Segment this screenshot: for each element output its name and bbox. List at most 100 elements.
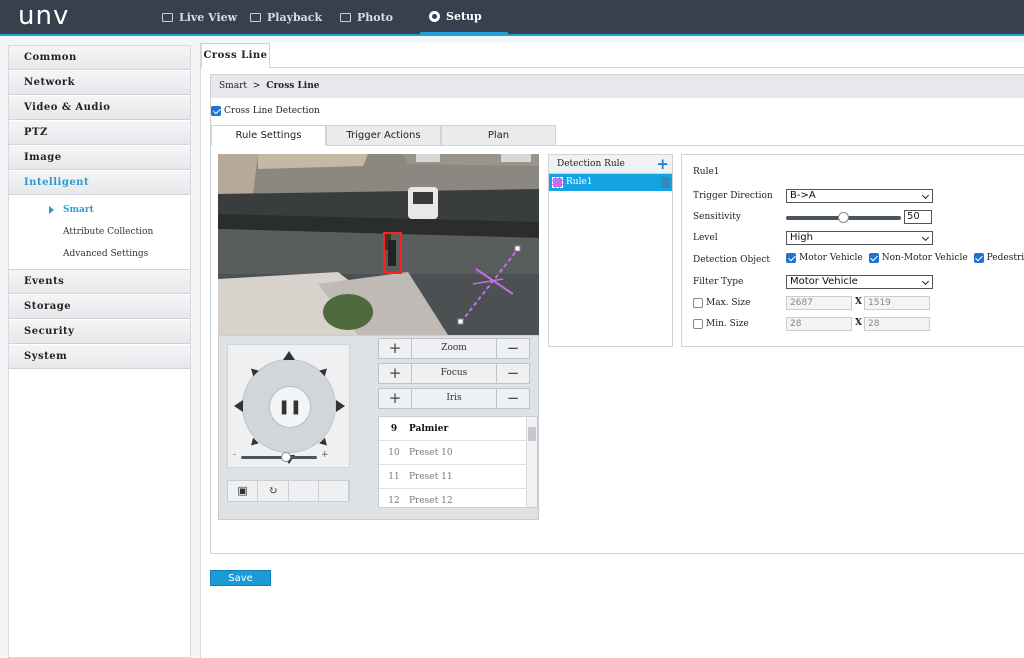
rule-item-rule1[interactable]: Rule1: [549, 174, 672, 191]
save-button[interactable]: Save: [210, 570, 271, 586]
iris-out-button[interactable]: −: [497, 389, 529, 408]
slider-max-label: +: [321, 450, 329, 460]
ptz-blank-button-2[interactable]: [319, 481, 349, 501]
pedestrian-label: Pedestrian: [986, 253, 1024, 263]
filter-type-select[interactable]: Motor Vehicle: [786, 275, 933, 289]
min-height-input[interactable]: 28: [864, 317, 930, 331]
delete-icon[interactable]: [661, 177, 670, 188]
focus-control: + Focus −: [378, 363, 530, 384]
pedestrian-checkbox[interactable]: [973, 253, 984, 263]
top-bar: unv Live View Playback Photo Setup: [0, 0, 1024, 36]
arrow-left-icon[interactable]: [234, 400, 243, 412]
zoom-in-button[interactable]: +: [379, 339, 411, 358]
preset-name: Preset 12: [409, 495, 453, 506]
min-width-input[interactable]: 28: [786, 317, 852, 331]
list-item[interactable]: 11 Preset 11: [379, 465, 537, 489]
sidebar-subitem-attribute-collection[interactable]: Attribute Collection: [9, 221, 190, 243]
sensitivity-slider[interactable]: [786, 212, 901, 223]
sidebar-item-storage[interactable]: Storage: [9, 295, 190, 319]
sidebar-item-system[interactable]: System: [9, 345, 190, 369]
breadcrumb-parent[interactable]: Smart: [219, 81, 247, 91]
list-item[interactable]: 9 Palmier: [379, 417, 537, 441]
nav-setup[interactable]: Setup: [420, 0, 508, 35]
iris-in-button[interactable]: +: [379, 389, 411, 408]
add-rule-icon[interactable]: +: [656, 155, 669, 173]
sidebar-item-ptz[interactable]: PTZ: [9, 121, 190, 145]
arrow-up-icon[interactable]: [283, 351, 295, 360]
filter-type-label: Filter Type: [693, 277, 744, 287]
sidebar-item-events[interactable]: Events: [9, 270, 190, 294]
motor-vehicle-checkbox[interactable]: [786, 253, 796, 263]
rule-title: Rule1: [693, 167, 720, 177]
sidebar-item-network[interactable]: Network: [9, 71, 190, 95]
focus-label: Focus: [411, 364, 497, 383]
cross-line-enable-row: Cross Line Detection: [211, 106, 320, 116]
list-item[interactable]: 10 Preset 10: [379, 441, 537, 465]
min-size-checkbox[interactable]: [693, 319, 703, 329]
min-size-row: Min. Size: [693, 319, 749, 329]
rule-properties-panel: Rule1 Trigger Direction B->A Sensitivity…: [681, 154, 1024, 347]
tab-cross-line[interactable]: Cross Line: [201, 43, 270, 68]
slider-thumb[interactable]: [281, 452, 291, 462]
rule-item-label: Rule1: [566, 177, 593, 187]
zoom-out-button[interactable]: −: [497, 339, 529, 358]
detection-rule-title: Detection Rule: [557, 159, 625, 169]
sidebar-subitem-smart[interactable]: Smart: [9, 199, 190, 221]
ptz-control-panel: ❚❚ - + ▣ ↻ + Zoom − + Focus − + Iris − 9…: [218, 335, 539, 520]
level-label: Level: [693, 233, 718, 243]
breadcrumb-current: Cross Line: [266, 81, 320, 91]
snapshot-icon[interactable]: ▣: [228, 481, 259, 501]
photo-icon: [340, 12, 351, 22]
sidebar-item-intelligent[interactable]: Intelligent: [9, 171, 190, 195]
trigger-direction-select[interactable]: B->A: [786, 189, 933, 203]
ptz-blank-button-1[interactable]: [289, 481, 319, 501]
sidebar-subitem-advanced-settings[interactable]: Advanced Settings: [9, 243, 190, 265]
detection-rule-header: Detection Rule +: [549, 155, 672, 174]
sensitivity-label: Sensitivity: [693, 212, 741, 222]
trigger-direction-label: Trigger Direction: [693, 191, 773, 201]
arrow-right-icon[interactable]: [336, 400, 345, 412]
focus-in-button[interactable]: +: [379, 364, 411, 383]
nav-photo[interactable]: Photo: [340, 0, 393, 34]
level-select[interactable]: High: [786, 231, 933, 245]
tab-plan[interactable]: Plan: [441, 125, 556, 146]
non-motor-vehicle-label: Non-Motor Vehicle: [881, 253, 968, 263]
nav-live-view[interactable]: Live View: [162, 0, 237, 34]
tab-trigger-actions[interactable]: Trigger Actions: [326, 125, 441, 146]
list-item[interactable]: 12 Preset 12: [379, 489, 537, 507]
live-video-preview[interactable]: [218, 154, 539, 335]
preset-scrollbar[interactable]: [526, 417, 537, 507]
tab-rule-settings[interactable]: Rule Settings: [211, 125, 326, 146]
sensitivity-input[interactable]: 50: [904, 210, 932, 224]
pause-icon[interactable]: ❚❚: [269, 386, 311, 428]
max-size-checkbox[interactable]: [693, 298, 703, 308]
focus-out-button[interactable]: −: [497, 364, 529, 383]
rule-settings-content: ❚❚ - + ▣ ↻ + Zoom − + Focus − + Iris − 9…: [211, 145, 1024, 555]
nav-setup-label: Setup: [446, 9, 482, 23]
preset-number: 10: [388, 447, 400, 458]
sidebar-item-video-audio[interactable]: Video & Audio: [9, 96, 190, 120]
slider-min-label: -: [233, 450, 237, 460]
non-motor-vehicle-checkbox[interactable]: [868, 253, 879, 263]
nav-playback[interactable]: Playback: [250, 0, 322, 34]
refresh-icon[interactable]: ↻: [258, 481, 289, 501]
sensitivity-thumb[interactable]: [838, 212, 849, 223]
max-width-input[interactable]: 2687: [786, 296, 852, 310]
max-height-input[interactable]: 1519: [864, 296, 930, 310]
slider-track: [241, 456, 317, 459]
ptz-speed-slider[interactable]: - +: [233, 450, 333, 462]
rule-tabs: Rule Settings Trigger Actions Plan: [211, 125, 556, 146]
preset-number: 12: [388, 495, 400, 506]
ptz-button-row: ▣ ↻: [227, 480, 350, 502]
max-size-row: Max. Size: [693, 298, 751, 308]
sidebar-item-security[interactable]: Security: [9, 320, 190, 344]
preset-name: Preset 10: [409, 447, 453, 458]
detection-object-label: Detection Object: [693, 255, 771, 265]
min-size-label: Min. Size: [706, 319, 749, 329]
sidebar-item-common[interactable]: Common: [9, 46, 190, 70]
sidebar-item-image[interactable]: Image: [9, 146, 190, 170]
film-icon: [250, 12, 261, 22]
unv-logo: unv: [18, 1, 70, 31]
preset-name: Preset 11: [409, 471, 453, 482]
cross-line-detection-checkbox[interactable]: [211, 106, 221, 116]
